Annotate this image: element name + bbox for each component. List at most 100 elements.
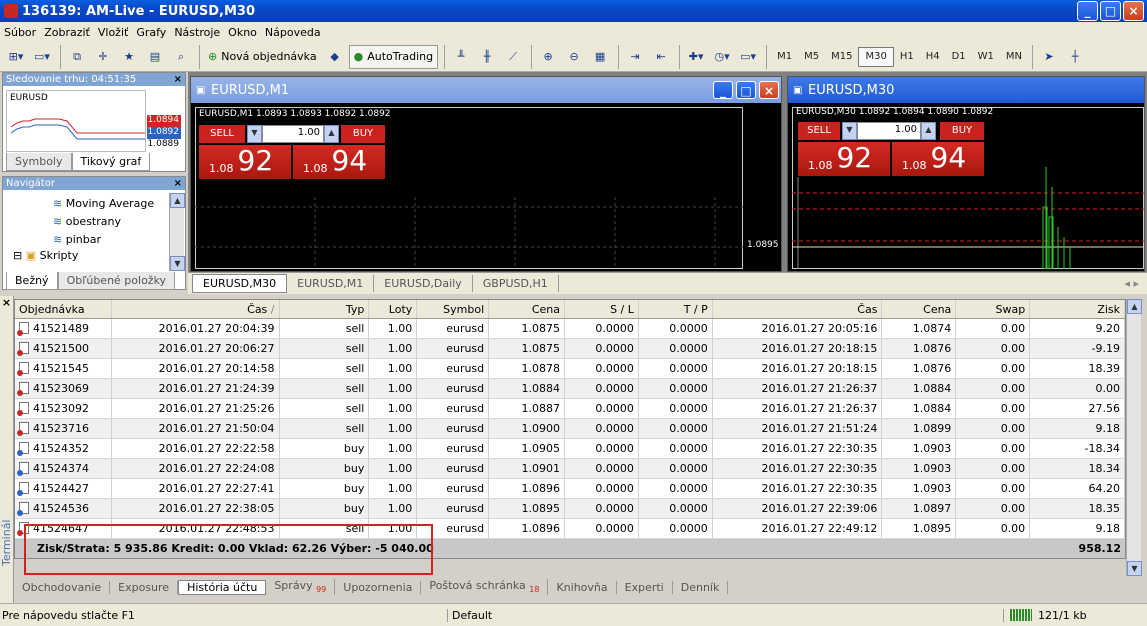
chart-tab-eurusd-m30[interactable]: EURUSD,M30 <box>192 274 288 293</box>
tab-library[interactable]: Knihovňa <box>548 580 617 594</box>
table-row[interactable]: 41524374 2016.01.27 22:24:08 buy 1.00 eurusd… <box>15 459 1125 479</box>
timeframe-h4[interactable]: H4 <box>920 47 946 67</box>
table-row[interactable]: 41523092 2016.01.27 21:25:26 sell 1.00 eurus… <box>15 399 1125 419</box>
menu-charts[interactable]: Grafy <box>136 26 174 39</box>
timeframe-m15[interactable]: M15 <box>825 47 858 67</box>
scroll-down-icon[interactable]: ▼ <box>170 256 185 271</box>
zoom-out-icon[interactable]: ⊖ <box>562 45 586 69</box>
timeframe-m5[interactable]: M5 <box>798 47 825 67</box>
table-row[interactable]: 41524352 2016.01.27 22:22:58 buy 1.00 eurusd… <box>15 439 1125 459</box>
scroll-down-icon[interactable]: ▼ <box>1127 561 1142 576</box>
menu-view[interactable]: Zobraziť <box>44 26 98 39</box>
tab-alerts[interactable]: Upozornenia <box>335 580 422 594</box>
metaeditor-icon[interactable]: ◆ <box>323 45 347 69</box>
table-row[interactable]: 41521545 2016.01.27 20:14:58 sell 1.00 eurus… <box>15 359 1125 379</box>
line-chart-icon[interactable]: ⟋ <box>501 45 525 69</box>
close-icon[interactable]: × <box>0 296 13 309</box>
chart-tab-eurusd-daily[interactable]: EURUSD,Daily <box>374 275 473 292</box>
timeframe-mn[interactable]: MN <box>1000 47 1028 67</box>
tree-item-pinbar[interactable]: ≋ pinbar <box>53 231 154 249</box>
terminal-icon[interactable]: ▤ <box>143 45 167 69</box>
tab-journal[interactable]: Denník <box>673 580 729 594</box>
indicators-icon[interactable]: ✚▾ <box>684 45 708 69</box>
header-type[interactable]: Typ <box>280 300 370 318</box>
header-open-time[interactable]: Čas / <box>112 300 280 318</box>
new-order-button[interactable]: ⊕ Nová objednávka <box>204 45 321 69</box>
table-row[interactable]: 41521489 2016.01.27 20:04:39 sell 1.00 eurus… <box>15 319 1125 339</box>
header-lots[interactable]: Loty <box>369 300 418 318</box>
table-row[interactable]: 41523716 2016.01.27 21:50:04 sell 1.00 eurus… <box>15 419 1125 439</box>
menu-tools[interactable]: Nástroje <box>174 26 228 39</box>
tab-trade[interactable]: Obchodovanie <box>14 580 111 594</box>
tab-common[interactable]: Bežný <box>6 272 58 290</box>
menu-insert[interactable]: Vložiť <box>98 26 136 39</box>
tab-account-history[interactable]: História účtu <box>178 579 267 595</box>
header-open-price[interactable]: Cena <box>489 300 566 318</box>
crosshair-icon[interactable]: ✛ <box>91 45 115 69</box>
tab-news[interactable]: Správy 99 <box>266 579 336 595</box>
profiles-icon[interactable]: ▭▾ <box>30 45 54 69</box>
autotrading-button[interactable]: ● AutoTrading <box>348 44 439 69</box>
tree-item-scripts[interactable]: ⊟ ▣ Skripty <box>13 249 78 262</box>
tree-item-obestrany[interactable]: ≋ obestrany <box>53 213 154 231</box>
crosshair-tool-icon[interactable]: ┼ <box>1063 45 1087 69</box>
tab-tick-chart[interactable]: Tikový graf <box>71 153 151 171</box>
tab-experts[interactable]: Experti <box>617 580 673 594</box>
close-icon[interactable]: × <box>174 177 182 190</box>
menu-file[interactable]: Súbor <box>4 26 44 39</box>
table-scrollbar[interactable]: ▲ ▼ <box>1126 299 1142 576</box>
header-tp[interactable]: T / P <box>639 300 713 318</box>
collapse-icon[interactable]: ⊟ <box>13 249 22 262</box>
timeframe-d1[interactable]: D1 <box>946 47 972 67</box>
zoom-in-icon[interactable]: ⊕ <box>536 45 560 69</box>
header-close-time[interactable]: Čas <box>713 300 883 318</box>
maximize-button[interactable]: □ <box>1100 1 1121 21</box>
chart-tab-gbpusd-h1[interactable]: GBPUSD,H1 <box>473 275 559 292</box>
scroll-up-icon[interactable]: ▲ <box>1127 299 1142 314</box>
tile-windows-icon[interactable]: ▦ <box>588 45 612 69</box>
timeframe-w1[interactable]: W1 <box>972 47 1000 67</box>
tab-symbols[interactable]: Symboly <box>6 153 72 171</box>
close-button[interactable]: × <box>759 81 779 99</box>
minimize-button[interactable]: _ <box>1077 1 1098 21</box>
periods-icon[interactable]: ◷▾ <box>710 45 734 69</box>
table-row[interactable]: 41523069 2016.01.27 21:24:39 sell 1.00 eurus… <box>15 379 1125 399</box>
header-close-price[interactable]: Cena <box>882 300 957 318</box>
header-profit[interactable]: Zisk <box>1030 300 1125 318</box>
templates-icon[interactable]: ▭▾ <box>736 45 760 69</box>
candles-icon[interactable]: ╫ <box>475 45 499 69</box>
chart-window-m1[interactable]: ▣ EURUSD,M1 _ □ × EURUSD,M1 1.0893 1.089… <box>190 76 782 272</box>
header-order[interactable]: Objednávka <box>15 300 112 318</box>
table-row[interactable]: 41524427 2016.01.27 22:27:41 buy 1.00 eurusd… <box>15 479 1125 499</box>
menu-window[interactable]: Okno <box>228 26 265 39</box>
tester-icon[interactable]: ⌕ <box>169 45 193 69</box>
maximize-button[interactable]: □ <box>736 81 756 99</box>
navigator-icon[interactable]: ★ <box>117 45 141 69</box>
tab-favorites[interactable]: Obľúbené položky <box>57 272 176 290</box>
scroll-up-icon[interactable]: ▲ <box>170 193 185 208</box>
close-icon[interactable]: × <box>174 73 182 86</box>
close-button[interactable]: × <box>1123 1 1144 21</box>
tree-item-moving-average[interactable]: ≋ Moving Average <box>53 195 154 213</box>
timeframe-m1[interactable]: M1 <box>771 47 798 67</box>
table-row[interactable]: 41524536 2016.01.27 22:38:05 buy 1.00 eurusd… <box>15 499 1125 519</box>
tab-exposure[interactable]: Exposure <box>110 580 179 594</box>
header-sl[interactable]: S / L <box>565 300 639 318</box>
autoscroll-icon[interactable]: ⇥ <box>623 45 647 69</box>
table-row[interactable]: 41521500 2016.01.27 20:06:27 sell 1.00 eurus… <box>15 339 1125 359</box>
timeframe-h1[interactable]: H1 <box>894 47 920 67</box>
menu-help[interactable]: Nápoveda <box>265 26 329 39</box>
header-symbol[interactable]: Symbol <box>417 300 490 318</box>
chart-tab-eurusd-m1[interactable]: EURUSD,M1 <box>287 275 375 292</box>
new-chart-icon[interactable]: ⊞▾ <box>4 45 28 69</box>
tab-scroll-arrows[interactable]: ◂ ▸ <box>1124 277 1139 290</box>
chart-window-m30[interactable]: ▣ EURUSD,M30 EURUSD,M30 1.0892 1.0894 1.… <box>787 76 1145 272</box>
chart-shift-icon[interactable]: ⇤ <box>649 45 673 69</box>
timeframe-m30[interactable]: M30 <box>858 46 894 67</box>
cursor-icon[interactable]: ➤ <box>1037 45 1061 69</box>
market-watch-icon[interactable]: ⧉ <box>65 45 89 69</box>
tab-mailbox[interactable]: Poštová schránka 18 <box>421 579 549 595</box>
navigator-scrollbar[interactable]: ▲ ▼ <box>169 193 185 271</box>
header-swap[interactable]: Swap <box>956 300 1031 318</box>
minimize-button[interactable]: _ <box>713 81 733 99</box>
